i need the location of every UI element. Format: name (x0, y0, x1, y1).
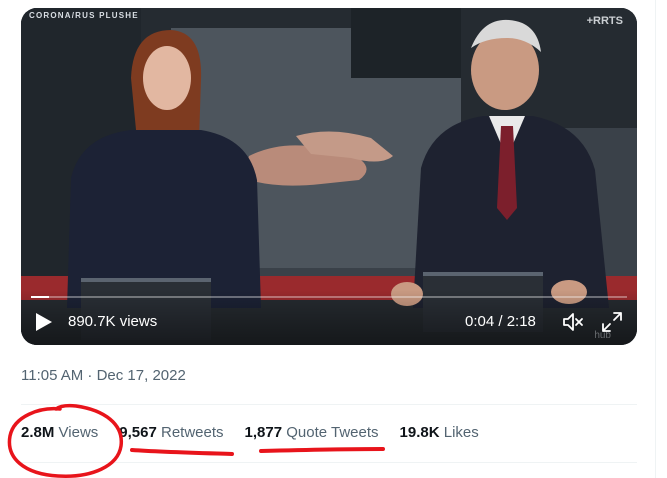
channel-tag: CORONA/RUS PLUSHE (29, 11, 139, 20)
stat-quote-tweets[interactable]: 1,877 Quote Tweets (245, 424, 379, 441)
tweet-timestamp[interactable]: 11:05 AM · Dec 17, 2022 (21, 367, 186, 384)
divider (21, 462, 637, 463)
stat-views[interactable]: 2.8M Views (21, 424, 98, 441)
video-timecode: 0:04 / 2:18 (465, 313, 536, 330)
quote-tweets-label: Quote Tweets (286, 424, 379, 441)
video-progress-fill (31, 296, 49, 298)
play-icon[interactable] (35, 312, 53, 332)
volume-muted-icon[interactable] (561, 310, 585, 334)
stat-likes[interactable]: 19.8K Likes (400, 424, 479, 441)
video-player[interactable]: CORONA/RUS PLUSHE +RRTS hub 890.7K views… (21, 8, 637, 345)
video-progress-bar[interactable] (31, 296, 627, 298)
video-view-count: 890.7K views (68, 313, 158, 330)
channel-watermark: +RRTS (586, 15, 623, 27)
quote-tweets-count: 1,877 (244, 424, 283, 441)
views-count: 2.8M (21, 424, 55, 441)
retweets-label: Retweets (161, 424, 224, 441)
likes-count: 19.8K (399, 424, 440, 441)
red-underline-retweets (130, 448, 234, 456)
timeline-border (655, 0, 656, 478)
tweet-stats: 2.8M Views 9,567 Retweets 1,877 Quote Tw… (21, 424, 500, 441)
fullscreen-icon[interactable] (601, 311, 623, 333)
retweets-count: 9,567 (119, 424, 157, 441)
divider (21, 404, 637, 405)
views-label: Views (58, 424, 99, 441)
likes-label: Likes (443, 424, 479, 441)
stat-retweets[interactable]: 9,567 Retweets (119, 424, 223, 441)
red-underline-quote-tweets (259, 447, 385, 453)
